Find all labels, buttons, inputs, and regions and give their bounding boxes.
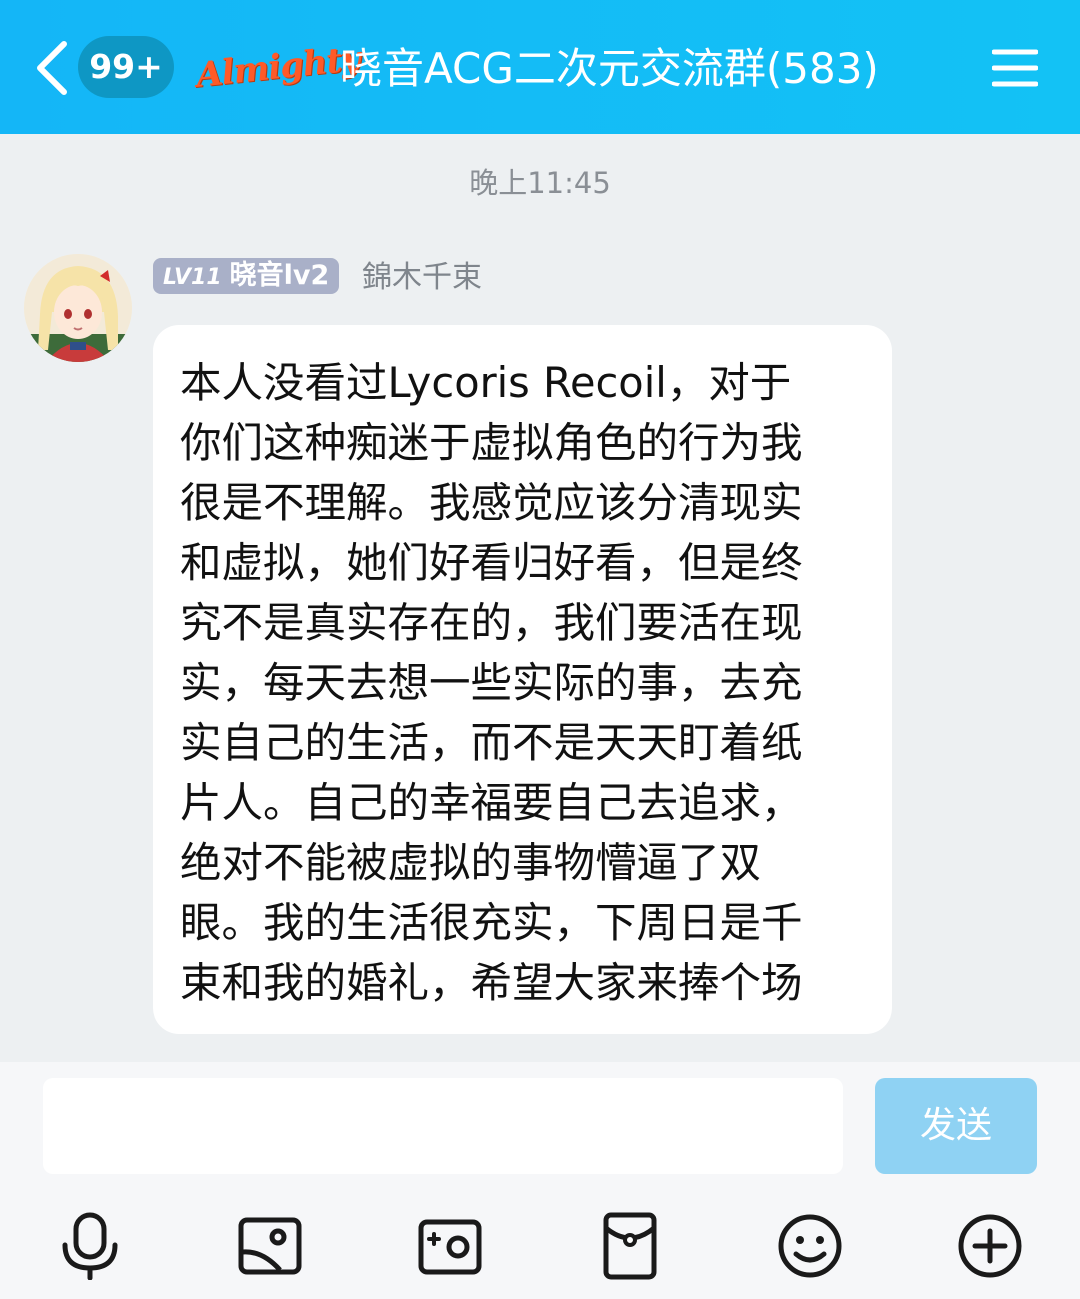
message-bubble[interactable]: 本人没看过Lycoris Recoil，对于 你们这种痴迷于虚拟角色的行为我 很…	[153, 325, 892, 1034]
hamburger-menu-icon[interactable]	[992, 48, 1038, 88]
message-text: 本人没看过Lycoris Recoil，对于 你们这种痴迷于虚拟角色的行为我 很…	[180, 353, 880, 1013]
level-title: 晓音lv2	[229, 260, 330, 291]
plus-icon[interactable]	[958, 1212, 1022, 1280]
message-line: 绝对不能被虚拟的事物懵逼了双	[180, 838, 762, 887]
image-icon[interactable]	[238, 1212, 302, 1280]
message-line: 和虚拟，她们好看归好看，但是终	[180, 538, 803, 587]
message-line: 片人。自己的幸福要自己去追求，	[180, 778, 803, 827]
send-button[interactable]: 发送	[875, 1078, 1037, 1174]
chevron-left-icon[interactable]	[30, 40, 74, 96]
microphone-icon[interactable]	[58, 1212, 122, 1280]
message-input[interactable]	[43, 1078, 843, 1174]
level-number: LV11	[163, 265, 222, 290]
message-line: 很是不理解。我感觉应该分清现实	[180, 478, 803, 527]
message-timestamp: 晚上11:45	[469, 166, 611, 200]
message-line: 束和我的婚礼，希望大家来捧个场	[180, 958, 803, 1007]
input-area: 发送	[0, 1062, 1080, 1299]
sender-avatar[interactable]	[24, 254, 132, 362]
red-packet-icon[interactable]	[598, 1212, 662, 1280]
group-logo: Almighty	[194, 38, 362, 96]
camera-icon[interactable]	[418, 1212, 482, 1280]
message-line: 本人没看过Lycoris Recoil，对于	[180, 358, 792, 407]
sender-name[interactable]: 錦木千束	[362, 258, 482, 298]
message-line: 究不是真实存在的，我们要活在现	[180, 598, 803, 647]
emoji-icon[interactable]	[778, 1212, 842, 1280]
chat-header: 99+ Almighty 晓音ACG二次元交流群(583)	[0, 0, 1080, 134]
message-line: 实自己的生活，而不是天天盯着纸	[180, 718, 803, 767]
message-line: 实，每天去想一些实际的事，去充	[180, 658, 803, 707]
group-title: 晓音ACG二次元交流群(583)	[340, 44, 879, 93]
unread-count-badge[interactable]: 99+	[78, 36, 174, 98]
message-line: 你们这种痴迷于虚拟角色的行为我	[180, 418, 803, 467]
message-line: 眼。我的生活很充实，下周日是千	[180, 898, 803, 947]
member-level-badge: LV11 晓音lv2	[153, 258, 340, 294]
